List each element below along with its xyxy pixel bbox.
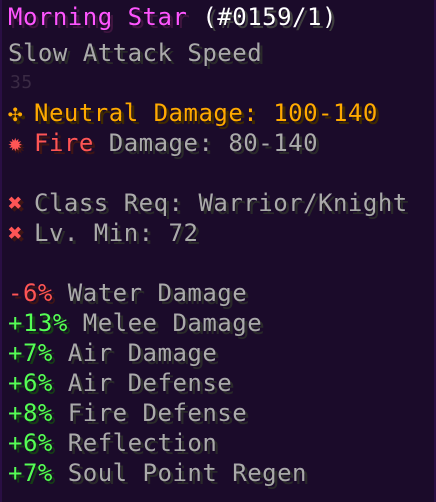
background-slot-count: 35 [10,72,33,93]
stat-value: +7% [8,459,53,487]
stat-line: +7% Soul Point Regen [8,458,307,488]
stat-value: +7% [8,339,53,367]
stat-label: Reflection [52,429,218,457]
stat-label: Water Damage [52,279,248,307]
stat-line: +13% Melee Damage [8,308,262,338]
stat-line: +8% Fire Defense [8,398,247,428]
item-name: Morning Star [8,3,188,31]
fire-damage-line: ✹ Fire Damage: 80-140 [8,128,318,158]
stat-label: Air Defense [52,369,233,397]
stat-value: -6% [8,279,53,307]
fire-damage-text: Damage: 80-140 [93,129,319,157]
stat-value: +8% [8,399,53,427]
requirement-unmet-icon: ✖ [8,219,23,247]
neutral-damage-line: ✣ Neutral Damage: 100-140 [8,98,378,128]
item-title: Morning Star (#0159/1) [8,2,337,32]
level-requirement-line: ✖ Lv. Min: 72 [8,218,198,248]
stat-label: Fire Defense [52,399,248,427]
class-requirement: Class Req: Warrior/Knight [34,189,408,217]
neutral-damage-text: Neutral Damage: 100-140 [34,99,378,127]
stat-line: -6% Water Damage [8,278,247,308]
attack-speed: Slow Attack Speed [8,39,263,67]
stat-label: Air Damage [52,339,218,367]
stat-value: +13% [8,309,68,337]
item-id: (#0159/1) [202,3,337,31]
item-tooltip: 35 Morning Star (#0159/1) Slow Attack Sp… [0,0,436,502]
level-requirement: Lv. Min: 72 [34,219,199,247]
requirement-unmet-icon: ✖ [8,189,23,217]
stat-value: +6% [8,429,53,457]
neutral-damage-icon: ✣ [8,99,23,127]
stat-line: +7% Air Damage [8,338,217,368]
stat-label: Soul Point Regen [52,459,307,487]
stat-value: +6% [8,369,53,397]
fire-damage-icon: ✹ [8,129,23,157]
stat-label: Melee Damage [67,309,263,337]
stat-line: +6% Air Defense [8,368,232,398]
fire-label: Fire [34,129,94,157]
stat-line: +6% Reflection [8,428,217,458]
class-requirement-line: ✖ Class Req: Warrior/Knight [8,188,408,218]
